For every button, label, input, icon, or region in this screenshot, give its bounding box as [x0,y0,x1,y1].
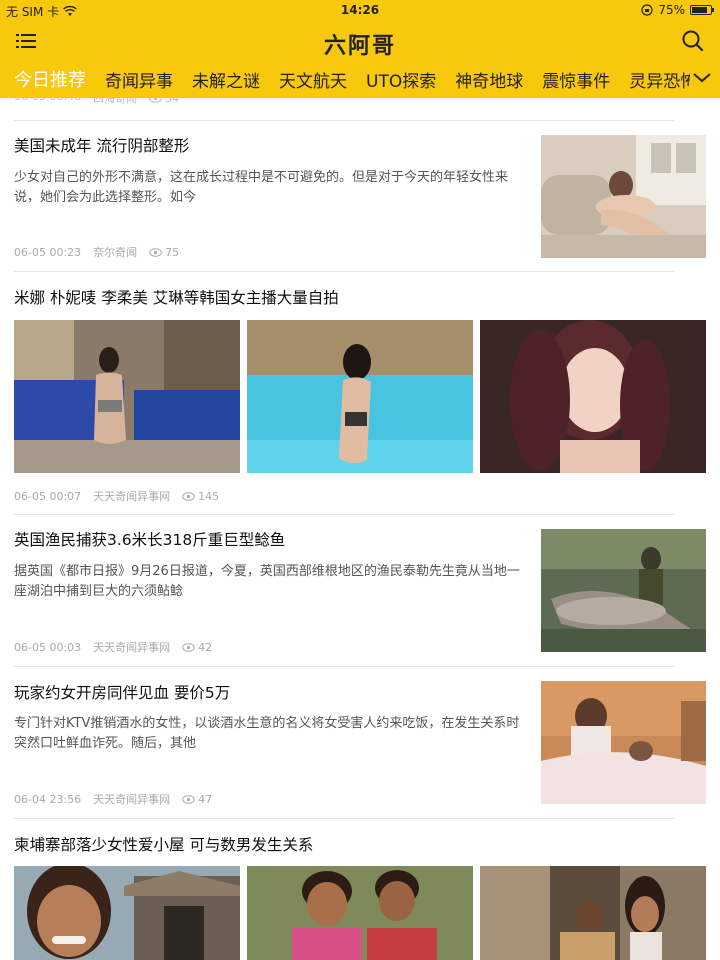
item-title[interactable]: 英国渔民捕获3.6米长318斤重巨型鲶鱼 [14,528,285,550]
item-thumbnail[interactable] [14,320,240,473]
item-title[interactable]: 米娜 朴妮唛 李柔美 艾琳等韩国女主播大量自拍 [14,286,339,308]
item-views: 34 [165,98,180,105]
tab-astronomy[interactable]: 天文航天 [279,67,347,92]
item-views: 47 [198,792,213,806]
tab-mysteries[interactable]: 未解之谜 [192,67,260,92]
item-title[interactable]: 玩家约女开房同伴见血 要价5万 [14,681,230,703]
battery-percent: 75% [658,3,685,17]
eye-icon [182,794,195,804]
item-thumbnail[interactable] [14,866,240,960]
news-feed: 06-05 00:46 四海奇闻 34 美国未成年 流行阴部整形 少女对自己的外… [0,98,720,960]
item-source: 天天奇闻异事网 [93,793,171,806]
item-date: 06-05 00:23 [14,245,82,259]
tab-oddities[interactable]: 奇闻异事 [105,67,173,92]
item-thumbnail[interactable] [480,866,706,960]
divider [14,271,674,272]
item-summary: 少女对自己的外形不满意，这在成长过程中是不可避免的。但是对于今天的年轻女性来说，… [14,170,509,205]
item-title[interactable]: 美国未成年 流行阴部整形 [14,134,189,156]
item-date: 06-05 00:46 [14,98,81,106]
item-views: 42 [198,640,213,654]
item-source: 奈尔奇闻 [93,246,138,259]
tab-earth[interactable]: 神奇地球 [455,67,523,92]
item-thumbnail[interactable] [541,135,706,258]
tab-today[interactable]: 今日推荐 [14,66,86,92]
search-icon[interactable] [680,28,706,54]
divider [14,514,674,515]
item-date: 06-05 00:03 [14,640,82,654]
item-meta: 06-05 00:03 天天奇闻异事网 42 [14,639,212,655]
orientation-lock-icon [641,4,653,16]
tab-paranormal[interactable]: 灵异恐怖 [629,67,690,92]
divider [14,120,674,121]
item-date: 06-05 00:07 [14,489,82,503]
battery-icon [690,5,714,15]
tab-shocking[interactable]: 震惊事件 [542,67,610,92]
item-thumbnail[interactable] [541,681,706,804]
item-thumbnail[interactable] [541,529,706,652]
item-meta: 06-05 00:23 奈尔奇闻 75 [14,244,179,260]
eye-icon [149,98,162,103]
tab-ufo[interactable]: UTO探索 [366,67,436,92]
status-bar: 无 SIM 卡 14:26 75% [0,0,720,22]
app-header: 无 SIM 卡 14:26 75% 六阿哥 今日推荐 奇闻异事 未解之谜 天文航… [0,0,720,98]
item-summary: 据英国《都市日报》9月26日报道，今夏，英国西部维根地区的渔民泰勒先生竟从当地一… [14,564,520,599]
item-meta: 06-05 00:07 天天奇闻异事网 145 [14,488,219,504]
item-thumbnail[interactable] [247,866,473,960]
eye-icon [149,247,162,257]
item-title[interactable]: 柬埔寨部落少女性爱小屋 可与数男发生关系 [14,833,313,855]
item-summary: 专门针对KTV推销酒水的女性，以谈酒水生意的名义将女受害人约来吃饭，在发生关系时… [14,716,520,751]
category-tabs: 今日推荐 奇闻异事 未解之谜 天文航天 UTO探索 神奇地球 震惊事件 灵异恐怖 [0,60,690,98]
item-views: 75 [165,245,180,259]
divider [14,818,674,819]
item-source: 天天奇闻异事网 [93,641,171,654]
item-source: 天天奇闻异事网 [93,490,171,503]
nav-bar: 六阿哥 [0,22,720,60]
item-views: 145 [198,489,220,503]
chevron-down-icon[interactable] [690,66,714,90]
eye-icon [182,642,195,652]
list-item-meta: 06-05 00:46 四海奇闻 34 [14,98,179,106]
item-thumbnail[interactable] [480,320,706,473]
app-title: 六阿哥 [323,33,396,59]
item-source: 四海奇闻 [93,98,138,105]
divider [14,666,674,667]
item-meta: 06-04 23:56 天天奇闻异事网 47 [14,791,212,807]
item-thumbnail[interactable] [247,320,473,473]
item-date: 06-04 23:56 [14,792,82,806]
eye-icon [182,491,195,501]
clock: 14:26 [340,3,380,17]
